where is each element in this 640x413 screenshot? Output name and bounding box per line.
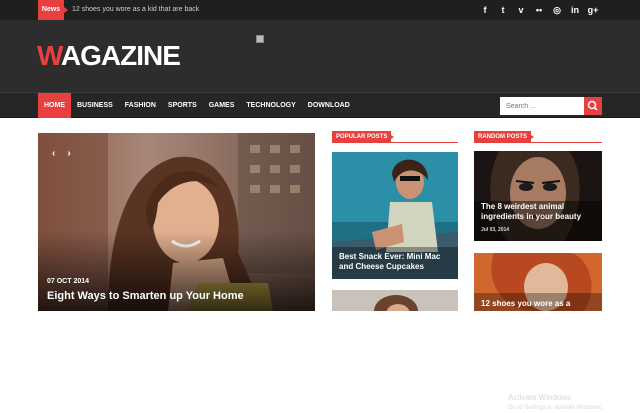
featured-slide[interactable]: ‹ › 07 OCT 2014 Eight Ways to Smarten up… bbox=[38, 133, 315, 311]
news-badge: News bbox=[38, 0, 68, 20]
random-post-date: Jul 03, 2014 bbox=[481, 227, 510, 233]
linkedin-icon[interactable]: in bbox=[566, 0, 584, 20]
watermark-subtitle: Go to Settings to activate Windows. bbox=[508, 405, 603, 411]
random-post-card[interactable]: The 8 weirdest animal ingredients in your… bbox=[474, 151, 602, 241]
slider-next-icon[interactable]: › bbox=[67, 148, 70, 159]
random-posts-heading: RANDOM POSTS bbox=[474, 131, 602, 143]
nav-item-fashion[interactable]: FASHION bbox=[119, 93, 162, 119]
vimeo-icon[interactable]: v bbox=[512, 0, 530, 20]
search-button[interactable] bbox=[584, 97, 602, 115]
popular-post-title-line2: and Cheese Cupcakes bbox=[339, 262, 424, 271]
popular-posts-heading: POPULAR POSTS bbox=[332, 131, 458, 143]
dribbble-icon[interactable]: ◎ bbox=[548, 0, 566, 20]
nav-item-sports[interactable]: SPORTS bbox=[162, 93, 203, 119]
social-icons: f t v •• ◎ in g+ bbox=[476, 0, 602, 20]
site-header: WAGAZINE bbox=[0, 20, 640, 92]
site-logo[interactable]: WAGAZINE bbox=[37, 40, 181, 72]
random-post-card-2[interactable]: 12 shoes you wore as a bbox=[474, 253, 602, 311]
nav-item-download[interactable]: DOWNLOAD bbox=[302, 93, 356, 119]
popular-post-title-line1: Best Snack Ever: Mini Mac bbox=[339, 252, 441, 261]
random-post-title-2: 12 shoes you wore as a bbox=[481, 299, 571, 308]
random-post-title-line1: The 8 weirdest animal bbox=[481, 202, 565, 211]
slider-arrows: ‹ › bbox=[52, 148, 71, 159]
top-bar: News 12 shoes you wore as a kid that are… bbox=[0, 0, 640, 20]
slider-prev-icon[interactable]: ‹ bbox=[52, 148, 55, 159]
random-post-title-line2: ingredients in your beauty bbox=[481, 212, 582, 221]
facebook-icon[interactable]: f bbox=[476, 0, 494, 20]
logo-text: AGAZINE bbox=[60, 40, 181, 71]
twitter-icon[interactable]: t bbox=[494, 0, 512, 20]
search-icon bbox=[587, 100, 598, 111]
main-nav: HOME BUSINESS FASHION SPORTS GAMES TECHN… bbox=[0, 92, 640, 119]
featured-date: 07 OCT 2014 bbox=[47, 278, 90, 285]
main-content: ‹ › 07 OCT 2014 Eight Ways to Smarten up… bbox=[0, 118, 640, 411]
broken-image-icon bbox=[256, 35, 264, 43]
featured-title[interactable]: Eight Ways to Smarten up Your Home bbox=[47, 290, 244, 302]
popular-post-card-2[interactable] bbox=[332, 290, 458, 311]
activate-windows-watermark: Activate Windows Go to Settings to activ… bbox=[508, 393, 603, 413]
popular-post-title: Best Snack Ever: Mini Mac and Cheese Cupc… bbox=[339, 252, 440, 272]
flickr-icon[interactable]: •• bbox=[530, 0, 548, 20]
nav-item-games[interactable]: GAMES bbox=[203, 93, 241, 119]
logo-initial: W bbox=[37, 40, 62, 71]
random-post-title: The 8 weirdest animal ingredients in your… bbox=[481, 202, 581, 222]
popular-post-image-2 bbox=[332, 290, 458, 311]
googleplus-icon[interactable]: g+ bbox=[584, 0, 602, 20]
heading-underline bbox=[474, 142, 602, 143]
search-input[interactable] bbox=[500, 97, 584, 115]
nav-item-technology[interactable]: TECHNOLOGY bbox=[240, 93, 301, 119]
news-ticker-link[interactable]: 12 shoes you wore as a kid that are back bbox=[72, 0, 199, 20]
heading-underline bbox=[332, 142, 458, 143]
nav-item-business[interactable]: BUSINESS bbox=[71, 93, 119, 119]
popular-post-card[interactable]: Best Snack Ever: Mini Mac and Cheese Cupc… bbox=[332, 152, 458, 279]
watermark-title: Activate Windows bbox=[508, 393, 572, 402]
nav-item-home[interactable]: HOME bbox=[38, 93, 71, 119]
